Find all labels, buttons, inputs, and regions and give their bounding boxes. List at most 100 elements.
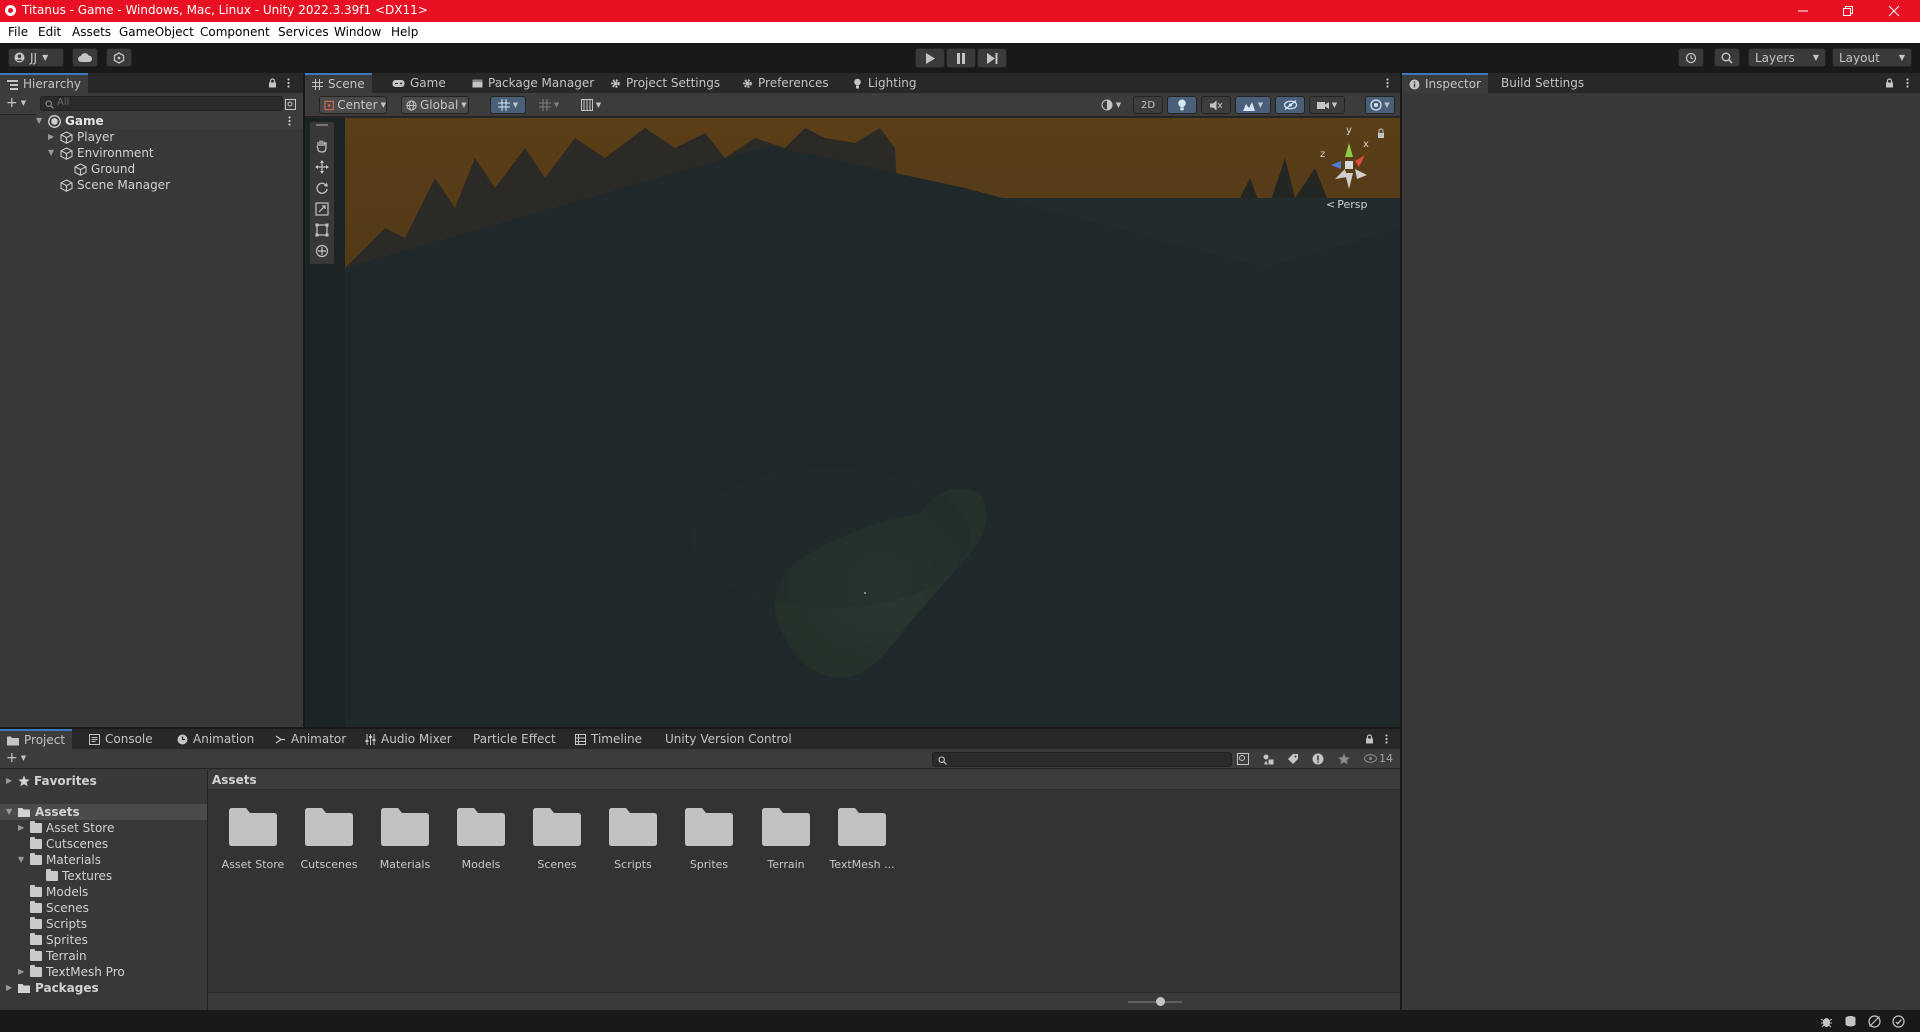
tab-hierarchy[interactable]: Hierarchy <box>0 73 89 93</box>
folder-tree-item[interactable]: ▼ Materials <box>18 852 101 868</box>
menu-help[interactable]: Help <box>391 25 418 39</box>
search-button[interactable] <box>1714 48 1740 67</box>
lock-icon[interactable] <box>268 78 277 88</box>
close-button[interactable] <box>1872 0 1916 22</box>
more-options-icon[interactable] <box>1385 734 1388 744</box>
scene-camera-dropdown[interactable]: ▼ <box>1309 96 1345 114</box>
tab-animation[interactable]: Animation <box>170 729 261 749</box>
tab-scene[interactable]: Scene <box>305 73 372 93</box>
debug-bug-icon[interactable] <box>1820 1015 1833 1028</box>
hierarchy-item[interactable]: ▼ Environment <box>48 145 154 161</box>
toggle-2d-button[interactable]: 2D <box>1133 96 1163 114</box>
more-options-icon[interactable] <box>1906 78 1909 88</box>
expand-triangle-icon[interactable]: ▶ <box>18 968 26 976</box>
draw-mode-dropdown[interactable]: ▼ <box>1093 96 1129 114</box>
hidden-packages-toggle[interactable]: 14 <box>1364 752 1393 765</box>
transform-tool-button[interactable] <box>312 241 332 261</box>
tab-console[interactable]: Console <box>82 729 160 749</box>
create-asset-button[interactable]: + ▼ <box>6 751 26 765</box>
scale-tool-button[interactable] <box>312 199 332 219</box>
layers-dropdown[interactable]: Layers ▼ <box>1748 48 1826 67</box>
scene-audio-toggle[interactable] <box>1201 96 1231 114</box>
tab-unity-version-control[interactable]: Unity Version Control <box>658 729 799 749</box>
collapse-triangle-icon[interactable]: ▼ <box>6 808 14 816</box>
gizmo-center[interactable] <box>1345 161 1353 169</box>
asset-folder[interactable]: Terrain <box>751 808 821 871</box>
hand-tool-button[interactable] <box>312 136 332 156</box>
log-info-icon[interactable] <box>1312 753 1324 765</box>
tab-preferences[interactable]: Preferences <box>735 73 836 93</box>
menu-gameobject[interactable]: GameObject <box>119 25 194 39</box>
hierarchy-item[interactable]: Scene Manager <box>60 177 170 193</box>
more-options-icon[interactable] <box>1386 78 1389 88</box>
asset-folder[interactable]: Sprites <box>674 808 744 871</box>
asset-folder[interactable]: Models <box>446 808 516 871</box>
expand-triangle-icon[interactable]: ▶ <box>6 984 14 992</box>
expand-triangle-icon[interactable]: ▼ <box>36 117 44 125</box>
check-circle-icon[interactable] <box>1892 1015 1905 1028</box>
tab-animator[interactable]: Animator <box>268 729 353 749</box>
rotate-tool-button[interactable] <box>312 178 332 198</box>
undo-history-button[interactable] <box>1678 48 1704 67</box>
gizmo-lock-icon[interactable] <box>1378 133 1384 138</box>
increment-snap-button[interactable]: ▼ <box>573 96 609 114</box>
zoom-slider-track[interactable] <box>1128 1001 1182 1003</box>
y-axis-cone[interactable] <box>1345 143 1353 157</box>
window-title-bar[interactable]: Titanus - Game - Windows, Mac, Linux - U… <box>0 0 1920 22</box>
tab-particle-effect[interactable]: Particle Effect <box>466 729 563 749</box>
assets-root-row[interactable]: ▼ Assets <box>0 804 207 820</box>
collapse-triangle-icon[interactable]: ▼ <box>48 149 56 157</box>
scene-viewport[interactable] <box>305 118 1400 727</box>
menu-services[interactable]: Services <box>278 25 329 39</box>
folder-tree-item[interactable]: Models <box>30 884 88 900</box>
asset-folder[interactable]: Scenes <box>522 808 592 871</box>
layout-dropdown[interactable]: Layout ▼ <box>1832 48 1912 67</box>
tab-game[interactable]: Game <box>385 73 453 93</box>
expand-triangle-icon[interactable]: ▶ <box>48 133 56 141</box>
scene-effects-dropdown[interactable]: ▼ <box>1235 96 1271 114</box>
asset-folder[interactable]: Materials <box>370 808 440 871</box>
project-search-input[interactable] <box>932 752 1232 767</box>
collab-button[interactable] <box>106 48 132 67</box>
add-object-button[interactable]: + ▼ <box>6 96 26 110</box>
scene-render[interactable] <box>305 118 1400 727</box>
asset-folder[interactable]: Scripts <box>598 808 668 871</box>
orientation-gizmo[interactable]: y x z < Persp <box>1307 123 1399 213</box>
move-tool-button[interactable] <box>312 157 332 177</box>
menu-component[interactable]: Component <box>200 25 270 39</box>
scene-more-icon[interactable] <box>288 116 291 126</box>
search-by-type-icon[interactable] <box>1237 753 1249 765</box>
asset-folder[interactable]: TextMesh ... <box>827 808 897 871</box>
tab-build-settings[interactable]: Build Settings <box>1494 73 1591 93</box>
minimize-button[interactable] <box>1781 0 1825 22</box>
folder-tree-item[interactable]: ▶ TextMesh Pro <box>18 964 125 980</box>
grid-visibility-button[interactable]: ▼ <box>531 96 567 114</box>
scene-visibility-toggle[interactable] <box>1275 96 1305 114</box>
breadcrumb-assets[interactable]: Assets <box>212 773 257 787</box>
neg-y-cone[interactable] <box>1345 173 1353 189</box>
space-mode-dropdown[interactable]: Global ▼ <box>401 96 469 114</box>
folder-tree-item[interactable]: ▶ Asset Store <box>18 820 114 836</box>
tab-project-settings[interactable]: Project Settings <box>603 73 727 93</box>
collapse-triangle-icon[interactable]: ▼ <box>18 856 26 864</box>
expand-triangle-icon[interactable]: ▶ <box>18 824 26 832</box>
hierarchy-scene-row[interactable]: ▼ Game <box>36 113 303 129</box>
play-button[interactable] <box>915 48 945 68</box>
pause-button[interactable] <box>946 48 976 68</box>
packages-root-row[interactable]: ▶ Packages <box>6 980 99 996</box>
folder-tree-item[interactable]: Textures <box>46 868 112 884</box>
folder-tree-item[interactable]: Sprites <box>30 932 88 948</box>
neg-z-cone[interactable] <box>1335 169 1347 179</box>
tab-inspector[interactable]: Inspector <box>1402 73 1488 93</box>
x-axis-cone[interactable] <box>1355 155 1365 167</box>
hierarchy-item[interactable]: Ground <box>74 161 135 177</box>
grid-snapping-button[interactable]: ▼ <box>490 96 526 114</box>
hierarchy-search-input[interactable]: All <box>40 96 283 111</box>
network-icon[interactable] <box>1868 1015 1881 1028</box>
tab-project[interactable]: Project <box>0 729 73 749</box>
rect-tool-button[interactable] <box>312 220 332 240</box>
menu-window[interactable]: Window <box>334 25 381 39</box>
menu-edit[interactable]: Edit <box>38 25 61 39</box>
expand-triangle-icon[interactable]: ▶ <box>6 777 14 785</box>
z-axis-cone[interactable] <box>1331 161 1341 169</box>
